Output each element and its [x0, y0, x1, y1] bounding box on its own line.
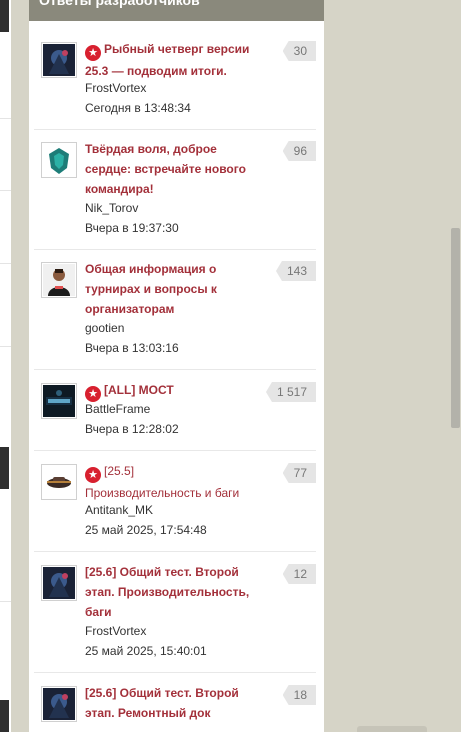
reply-count: 12 [282, 564, 316, 584]
reply-count: 143 [275, 261, 316, 281]
post-title-text[interactable]: [ALL] МОСТ [104, 383, 174, 397]
post-title[interactable]: Общая информация о турнирах и вопросы к … [85, 259, 263, 319]
post-author[interactable]: BattleFrame [85, 399, 150, 419]
post-title-text[interactable]: Производительность и баги [85, 486, 239, 500]
footer-chip [357, 726, 427, 732]
left-dark-block [0, 447, 9, 489]
developer-replies-panel: Ответы разработчиков ★ Рыбный четверг вер… [29, 0, 324, 732]
post-author[interactable]: gootien [85, 318, 124, 338]
panel-header: Ответы разработчиков [29, 0, 324, 21]
frost-avatar-icon[interactable] [41, 565, 77, 601]
reply-count: 77 [282, 463, 316, 483]
divider [34, 129, 316, 130]
divider [34, 551, 316, 552]
post-title[interactable]: [25.6] Общий тест. Второй этап. Производ… [85, 562, 263, 622]
scrollbar[interactable] [449, 0, 461, 732]
post-time: Вчера в 19:37:30 [85, 221, 179, 235]
frost-avatar-icon[interactable] [41, 686, 77, 722]
reply-count: 96 [282, 141, 316, 161]
left-rule [0, 601, 11, 602]
post-title[interactable]: [25.6] Общий тест. Второй этап. Ремонтны… [85, 683, 263, 723]
left-dark-block [0, 0, 9, 32]
post-author[interactable]: Antitank_MK [85, 500, 153, 520]
divider [34, 450, 316, 451]
reply-count: 1 517 [265, 382, 316, 402]
tank-avatar-icon[interactable] [41, 464, 77, 500]
post-title-text[interactable]: Рыбный четверг версии 25.3 — подводим ит… [85, 42, 249, 78]
scrollbar-thumb[interactable] [451, 228, 460, 428]
post-title[interactable]: ★ [25.5] Производительность и баги [85, 461, 263, 503]
post-author[interactable]: FrostVortex [85, 621, 146, 641]
reply-count: 30 [282, 41, 316, 61]
left-rule [0, 118, 11, 119]
emblem-avatar-icon[interactable] [41, 142, 77, 178]
divider [34, 369, 316, 370]
person-avatar-icon[interactable] [41, 262, 77, 298]
post-time: 25 май 2025, 15:40:01 [85, 644, 207, 658]
content-column-edge [0, 0, 11, 732]
post-title[interactable]: ★ Рыбный четверг версии 25.3 — подводим и… [85, 39, 263, 81]
left-rule [0, 190, 11, 191]
left-rule [0, 346, 11, 347]
post-author[interactable]: FrostVortex [85, 78, 146, 98]
left-dark-block [0, 700, 9, 732]
left-rule [0, 263, 11, 264]
divider [34, 672, 316, 673]
frost-avatar-icon[interactable] [41, 42, 77, 78]
post-time: Вчера в 12:28:02 [85, 422, 179, 436]
star-icon: ★ [85, 45, 101, 61]
star-icon: ★ [85, 467, 101, 483]
post-author[interactable]: Nik_Torov [85, 198, 138, 218]
divider [34, 249, 316, 250]
conflict-avatar-icon[interactable] [41, 383, 77, 419]
post-title[interactable]: Твёрдая воля, доброе сердце: встречайте … [85, 139, 263, 199]
panel-title: Ответы разработчиков [39, 0, 200, 8]
post-time: Вчера в 13:03:16 [85, 341, 179, 355]
reply-count: 18 [282, 685, 316, 705]
post-time: Сегодня в 13:48:34 [85, 101, 191, 115]
post-time: 25 май 2025, 17:54:48 [85, 523, 207, 537]
post-title-prefix[interactable]: [25.5] [104, 464, 134, 478]
